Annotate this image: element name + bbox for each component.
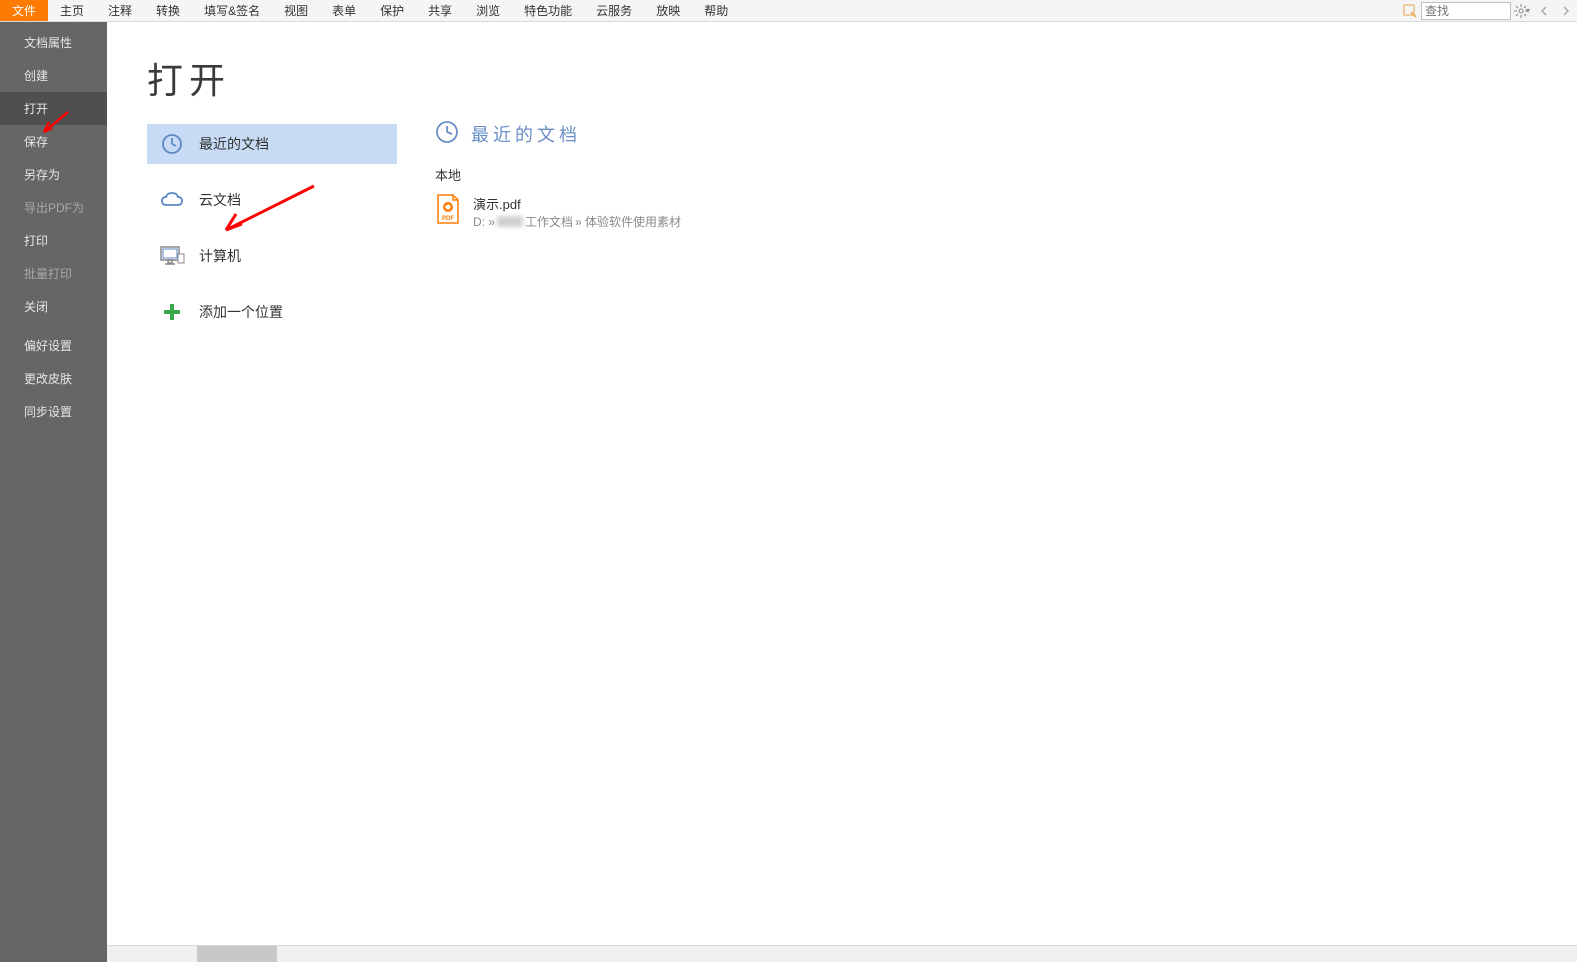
plus-icon bbox=[159, 299, 185, 325]
sidebar-item-batchprint: 批量打印 bbox=[0, 257, 107, 290]
menu-form[interactable]: 表单 bbox=[320, 0, 368, 21]
nav-back-icon[interactable] bbox=[1535, 2, 1553, 20]
search-input-wrapper bbox=[1421, 2, 1511, 20]
location-label: 云文档 bbox=[199, 190, 241, 210]
sidebar-item-create[interactable]: 创建 bbox=[0, 59, 107, 92]
menubar-left: 文件 主页 注释 转换 填写&签名 视图 表单 保护 共享 浏览 特色功能 云服… bbox=[0, 0, 740, 21]
scrollbar-thumb[interactable] bbox=[197, 946, 277, 962]
menu-protect[interactable]: 保护 bbox=[368, 0, 416, 21]
sidebar-item-sync[interactable]: 同步设置 bbox=[0, 395, 107, 428]
sidebar-item-save[interactable]: 保存 bbox=[0, 125, 107, 158]
recent-file-row[interactable]: PDF 演示.pdf D: » 工作文档 » 体验软件使用素材 bbox=[435, 190, 1577, 234]
menu-convert[interactable]: 转换 bbox=[144, 0, 192, 21]
menu-view[interactable]: 视图 bbox=[272, 0, 320, 21]
menu-browse[interactable]: 浏览 bbox=[464, 0, 512, 21]
location-label: 计算机 bbox=[199, 246, 241, 266]
menubar-right: ▾ bbox=[1399, 0, 1577, 21]
sidebar-item-close[interactable]: 关闭 bbox=[0, 290, 107, 323]
nav-forward-icon[interactable] bbox=[1557, 2, 1575, 20]
group-label: 本地 bbox=[435, 165, 1577, 184]
recent-column: 最近的文档 本地 PDF 演示.pdf D: » 工作文档 » 体验软件使用素材 bbox=[397, 22, 1577, 962]
cloud-icon bbox=[159, 187, 185, 213]
location-label: 最近的文档 bbox=[199, 134, 269, 154]
sidebar-item-preferences[interactable]: 偏好设置 bbox=[0, 329, 107, 362]
menu-slideshow[interactable]: 放映 bbox=[644, 0, 692, 21]
pdf-file-icon: PDF bbox=[435, 194, 461, 224]
sidebar-item-open[interactable]: 打开 bbox=[0, 92, 107, 125]
file-path: D: » 工作文档 » 体验软件使用素材 bbox=[473, 213, 681, 230]
location-computer[interactable]: 计算机 bbox=[147, 236, 397, 276]
clock-icon bbox=[435, 120, 459, 147]
file-name: 演示.pdf bbox=[473, 194, 681, 213]
computer-icon bbox=[159, 243, 185, 269]
sidebar-item-print[interactable]: 打印 bbox=[0, 224, 107, 257]
horizontal-scrollbar[interactable] bbox=[107, 945, 1577, 962]
sidebar-item-export: 导出PDF为 bbox=[0, 191, 107, 224]
clock-icon bbox=[159, 131, 185, 157]
file-sidebar: 文档属性 创建 打开 保存 另存为 导出PDF为 打印 批量打印 关闭 偏好设置… bbox=[0, 22, 107, 962]
menu-help[interactable]: 帮助 bbox=[692, 0, 740, 21]
gear-icon[interactable]: ▾ bbox=[1513, 2, 1531, 20]
search-input[interactable] bbox=[1422, 4, 1577, 18]
section-title: 最近的文档 bbox=[471, 121, 581, 147]
locations-column: 打开 最近的文档 云文档 bbox=[107, 22, 397, 962]
sidebar-item-saveas[interactable]: 另存为 bbox=[0, 158, 107, 191]
menu-fill-sign[interactable]: 填写&签名 bbox=[192, 0, 272, 21]
main-panel: 打开 最近的文档 云文档 bbox=[107, 22, 1577, 962]
menu-home[interactable]: 主页 bbox=[48, 0, 96, 21]
find-highlight-icon[interactable] bbox=[1401, 2, 1419, 20]
sidebar-item-properties[interactable]: 文档属性 bbox=[0, 26, 107, 59]
menu-file[interactable]: 文件 bbox=[0, 0, 48, 21]
sidebar-item-skin[interactable]: 更改皮肤 bbox=[0, 362, 107, 395]
menubar: 文件 主页 注释 转换 填写&签名 视图 表单 保护 共享 浏览 特色功能 云服… bbox=[0, 0, 1577, 22]
redacted-segment bbox=[497, 216, 523, 227]
location-recent[interactable]: 最近的文档 bbox=[147, 124, 397, 164]
menu-share[interactable]: 共享 bbox=[416, 0, 464, 21]
recent-header: 最近的文档 bbox=[435, 120, 1577, 147]
svg-text:PDF: PDF bbox=[442, 216, 454, 222]
page-title: 打开 bbox=[147, 52, 397, 104]
location-label: 添加一个位置 bbox=[199, 302, 283, 322]
menu-cloud[interactable]: 云服务 bbox=[584, 0, 644, 21]
menu-features[interactable]: 特色功能 bbox=[512, 0, 584, 21]
location-cloud[interactable]: 云文档 bbox=[147, 180, 397, 220]
menu-annotate[interactable]: 注释 bbox=[96, 0, 144, 21]
location-add[interactable]: 添加一个位置 bbox=[147, 292, 397, 332]
